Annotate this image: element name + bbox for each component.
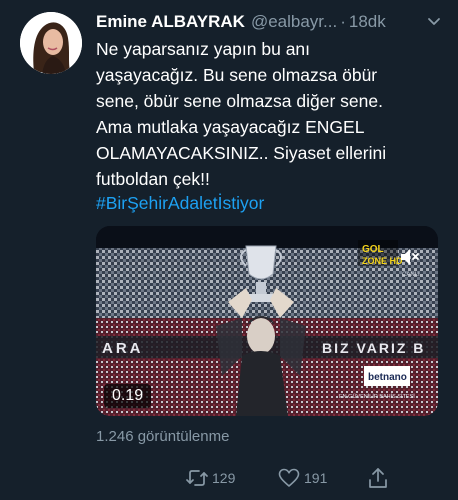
- avatar-image: [20, 12, 82, 74]
- video-footer-text: EN GÜVENİLİR BAHİS SİTESİ: [339, 393, 415, 400]
- mute-icon[interactable]: [396, 244, 422, 270]
- sponsor-logo-text: betnano: [368, 372, 407, 383]
- banner-right-text: BIZ VARIZ B: [322, 340, 425, 356]
- video-timer: 0.19: [104, 384, 152, 408]
- hashtag-link[interactable]: #BirŞehirAdaletİstiyor: [96, 190, 264, 216]
- retweet-icon: [186, 470, 208, 486]
- share-button[interactable]: [368, 466, 392, 490]
- banner-left-text: ARA: [102, 340, 144, 357]
- channel-logo-sub: CANLI: [402, 272, 420, 278]
- tweet-text-line: Ne yaparsanız yapın bu anı: [96, 39, 311, 59]
- separator-dot: ·: [340, 12, 346, 31]
- video-player[interactable]: ARA BIZ VARIZ B GOL ZONE HD CANLI betnan…: [96, 226, 438, 416]
- author-name[interactable]: Emine ALBAYRAK: [96, 12, 245, 32]
- chevron-down-icon[interactable]: [424, 12, 444, 32]
- tweet-text: Ne yaparsanız yapın bu anı yaşayacağız. …: [96, 36, 448, 192]
- tweet-header: Emine ALBAYRAK @ealbayr... · 18dk: [96, 10, 450, 34]
- tweet-text-line: futboldan çek!!: [96, 169, 210, 189]
- retweet-button[interactable]: 129: [186, 466, 235, 490]
- tweet-actions: 129 191: [96, 466, 446, 490]
- like-icon: [278, 468, 300, 487]
- tweet-text-line: sene, öbür sene olmazsa diğer sene.: [96, 91, 383, 111]
- channel-logo-top: GOL: [362, 244, 384, 255]
- like-button[interactable]: 191: [278, 466, 327, 490]
- tweet-time[interactable]: 18dk: [349, 12, 386, 32]
- share-icon: [369, 468, 387, 488]
- like-count: 191: [304, 470, 328, 486]
- tweet-text-line: Ama mutlaka yaşayacağız ENGEL: [96, 117, 365, 137]
- tweet-text-line: yaşayacağız. Bu sene olmazsa öbür: [96, 65, 378, 85]
- avatar[interactable]: [20, 12, 82, 74]
- view-count[interactable]: 1.246 görüntülenme: [96, 428, 229, 445]
- retweet-count: 129: [212, 470, 236, 486]
- tweet-text-line: OLAMAYACAKSINIZ.. Siyaset ellerini: [96, 143, 387, 163]
- author-handle[interactable]: @ealbayr...: [251, 12, 337, 32]
